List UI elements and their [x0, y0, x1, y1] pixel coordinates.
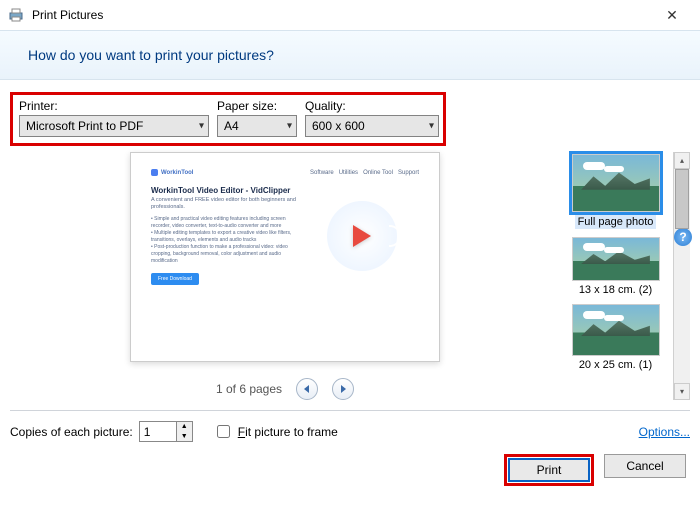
printer-app-icon: [8, 7, 24, 23]
preview-nav: SoftwareUtilitiesOnline ToolSupport: [305, 170, 419, 176]
chevron-down-icon: ▾: [429, 121, 434, 132]
paper-size-value: A4: [224, 119, 239, 133]
thumb-caption: 20 x 25 cm. (1): [579, 359, 652, 371]
print-preview: WorkinTool SoftwareUtilitiesOnline ToolS…: [130, 152, 440, 362]
quality-label: Quality:: [305, 99, 439, 113]
fit-to-frame-checkbox[interactable]: [217, 425, 230, 438]
paper-size-dropdown[interactable]: A4 ▾: [217, 115, 297, 137]
copies-decrement[interactable]: ▼: [177, 432, 192, 442]
header-question: How do you want to print your pictures?: [28, 47, 672, 63]
preview-cta: Free Download: [151, 273, 199, 285]
layout-thumbnails: Full page photo 13 x 18 cm. (2) 20 x 25 …: [560, 152, 671, 400]
quality-dropdown[interactable]: 600 x 600 ▾: [305, 115, 439, 137]
fit-to-frame-label: Fit picture to frame: [238, 425, 338, 439]
copies-input[interactable]: [140, 422, 176, 441]
window-title: Print Pictures: [32, 8, 652, 22]
cancel-button[interactable]: Cancel: [604, 454, 686, 478]
preview-logo: WorkinTool: [161, 170, 193, 176]
copies-label: Copies of each picture:: [10, 425, 133, 439]
chevron-down-icon: ▾: [287, 121, 292, 132]
scroll-up-icon[interactable]: ▴: [674, 152, 690, 169]
prev-page-button[interactable]: [296, 378, 318, 400]
options-link[interactable]: Options...: [639, 425, 690, 439]
page-indicator: 1 of 6 pages: [216, 382, 282, 396]
copies-increment[interactable]: ▲: [177, 422, 192, 432]
controls-highlight-annotation: Printer: Microsoft Print to PDF ▾ Paper …: [10, 92, 446, 146]
copies-spinner[interactable]: ▲ ▼: [139, 421, 193, 442]
preview-subheading: A convenient and FREE video editor for b…: [151, 197, 299, 211]
layout-option-full-page[interactable]: Full page photo: [572, 154, 660, 229]
preview-heading: WorkinTool Video Editor - VidClipper: [151, 186, 299, 195]
chevron-down-icon: ▾: [199, 121, 204, 132]
next-page-button[interactable]: [332, 378, 354, 400]
printer-label: Printer:: [19, 99, 209, 113]
close-button[interactable]: ✕: [652, 1, 692, 29]
thumb-caption: 13 x 18 cm. (2): [579, 284, 652, 296]
printer-dropdown[interactable]: Microsoft Print to PDF ▾: [19, 115, 209, 137]
preview-bullets: • Simple and practical video editing fea…: [151, 216, 299, 265]
print-button-highlight-annotation: Print: [504, 454, 594, 486]
printer-value: Microsoft Print to PDF: [26, 119, 143, 133]
scroll-down-icon[interactable]: ▾: [674, 383, 690, 400]
preview-graphic: [305, 186, 419, 285]
thumbnails-scrollbar[interactable]: ▴ ▾: [673, 152, 690, 400]
quality-value: 600 x 600: [312, 119, 365, 133]
layout-option-20x25[interactable]: 20 x 25 cm. (1): [572, 304, 660, 371]
print-button[interactable]: Print: [508, 458, 590, 482]
thumb-caption: Full page photo: [575, 215, 657, 229]
paper-size-label: Paper size:: [217, 99, 297, 113]
layout-option-13x18[interactable]: 13 x 18 cm. (2): [572, 237, 660, 296]
